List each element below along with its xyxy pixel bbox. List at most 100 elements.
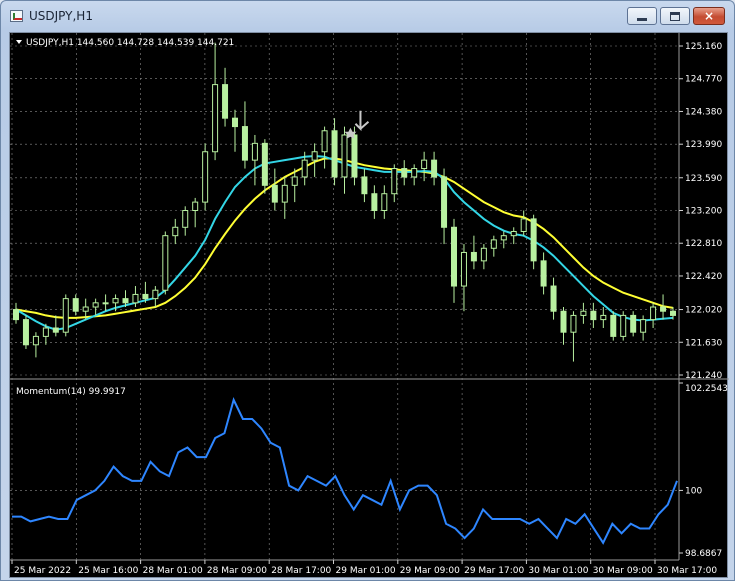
price-tick-label: 124.380 [685, 107, 722, 117]
candle [232, 109, 238, 152]
candle-body [510, 230, 517, 237]
candle-body [152, 289, 159, 300]
candle-body [630, 314, 637, 333]
axes: 125.160 124.770 124.380 123.990 123.590 123.2… [11, 42, 728, 576]
candle [480, 244, 487, 270]
candle-body [62, 298, 69, 333]
terminal-window: USDJPY,H1 × 125.160 124.770 124.380 123.990… [0, 0, 735, 581]
candle [660, 294, 667, 320]
candle-body [212, 84, 219, 153]
candle [620, 311, 627, 341]
candle [182, 206, 189, 236]
candle [13, 302, 19, 324]
candle-body [490, 239, 497, 249]
candle [32, 332, 39, 358]
candle-body [600, 314, 607, 321]
candle-body [82, 306, 89, 312]
candle [431, 151, 438, 186]
candle [520, 210, 527, 236]
candle-body [451, 226, 457, 287]
candle [510, 227, 517, 245]
candle [311, 143, 318, 177]
candle [52, 315, 59, 337]
time-tick-label: 29 Mar 01:00 [336, 566, 396, 576]
candle-body [550, 285, 557, 312]
candle-body [670, 310, 676, 316]
candle-body [431, 159, 438, 178]
candle [411, 164, 418, 186]
momentum-tick-label: 100 [685, 486, 702, 496]
candle-body [261, 142, 268, 186]
price-tick-label: 123.200 [685, 207, 722, 217]
candle-body [321, 130, 328, 153]
time-tick-label: 28 Mar 09:00 [207, 566, 267, 576]
window-title: USDJPY,H1 [29, 9, 93, 23]
time-tick-label: 28 Mar 17:00 [271, 566, 331, 576]
candle-body [620, 314, 627, 337]
candle-body [341, 134, 348, 178]
candle [540, 252, 547, 295]
price-tick-label: 124.770 [685, 75, 722, 85]
info-dropdown-icon [16, 40, 22, 44]
price-tick-label: 121.240 [685, 371, 722, 381]
candle-body [202, 151, 209, 203]
momentum-info: Momentum(14) 99.9917 [16, 387, 126, 397]
candle-body [132, 293, 139, 304]
candle-body [480, 247, 487, 262]
candle-body [102, 302, 109, 305]
candle-body [470, 251, 477, 262]
candle-body [640, 319, 647, 333]
price-tick-label: 123.990 [685, 140, 722, 150]
candle [331, 118, 338, 186]
candle [460, 244, 467, 312]
candle-body [560, 310, 567, 333]
candle [391, 164, 398, 203]
candle-body [92, 302, 99, 308]
minimize-button[interactable] [627, 7, 657, 25]
candle-body [281, 184, 288, 203]
momentum-tick-label: 102.2543 [685, 384, 728, 394]
candle-body [32, 335, 39, 346]
candle [500, 231, 507, 249]
candle-body [441, 176, 448, 228]
candle [261, 139, 268, 194]
candle-body [351, 134, 358, 178]
time-tick-label: 30 Mar 17:00 [657, 566, 717, 576]
minimize-icon [637, 17, 647, 21]
candle [212, 42, 219, 161]
candle [470, 235, 477, 270]
candle-body [42, 327, 49, 337]
candle [600, 307, 607, 328]
candle-body [13, 309, 19, 321]
candle [580, 302, 587, 324]
momentum-tick-label: 98.6867 [685, 549, 722, 559]
candle [341, 126, 348, 194]
candle-body [590, 310, 597, 321]
close-button[interactable]: × [693, 7, 725, 25]
close-icon: × [703, 9, 715, 23]
candle-body [520, 218, 527, 232]
chart-area[interactable]: 125.160 124.770 124.380 123.990 123.590 123.2… [9, 32, 729, 579]
candle-body [391, 168, 398, 195]
candle-body [660, 306, 667, 312]
candle [530, 214, 537, 270]
candle-body [500, 235, 507, 241]
candle [162, 231, 169, 295]
candle-body [530, 218, 537, 262]
candle-body [301, 159, 308, 178]
price-tick-label: 122.810 [685, 239, 722, 249]
candle [361, 168, 368, 203]
price-tick-label: 122.020 [685, 306, 722, 316]
candle [371, 185, 378, 219]
candle-body [650, 306, 657, 321]
candle-body [610, 314, 617, 337]
title-bar[interactable]: USDJPY,H1 × [1, 1, 734, 31]
maximize-button[interactable] [660, 7, 690, 25]
candle [192, 197, 199, 228]
candle [490, 235, 497, 257]
candle [570, 311, 577, 362]
chart-window-icon [10, 10, 23, 22]
price-chart[interactable]: 125.160 124.770 124.380 123.990 123.590 123.2… [10, 33, 729, 579]
momentum-line [12, 397, 678, 545]
candle-body [411, 168, 418, 178]
